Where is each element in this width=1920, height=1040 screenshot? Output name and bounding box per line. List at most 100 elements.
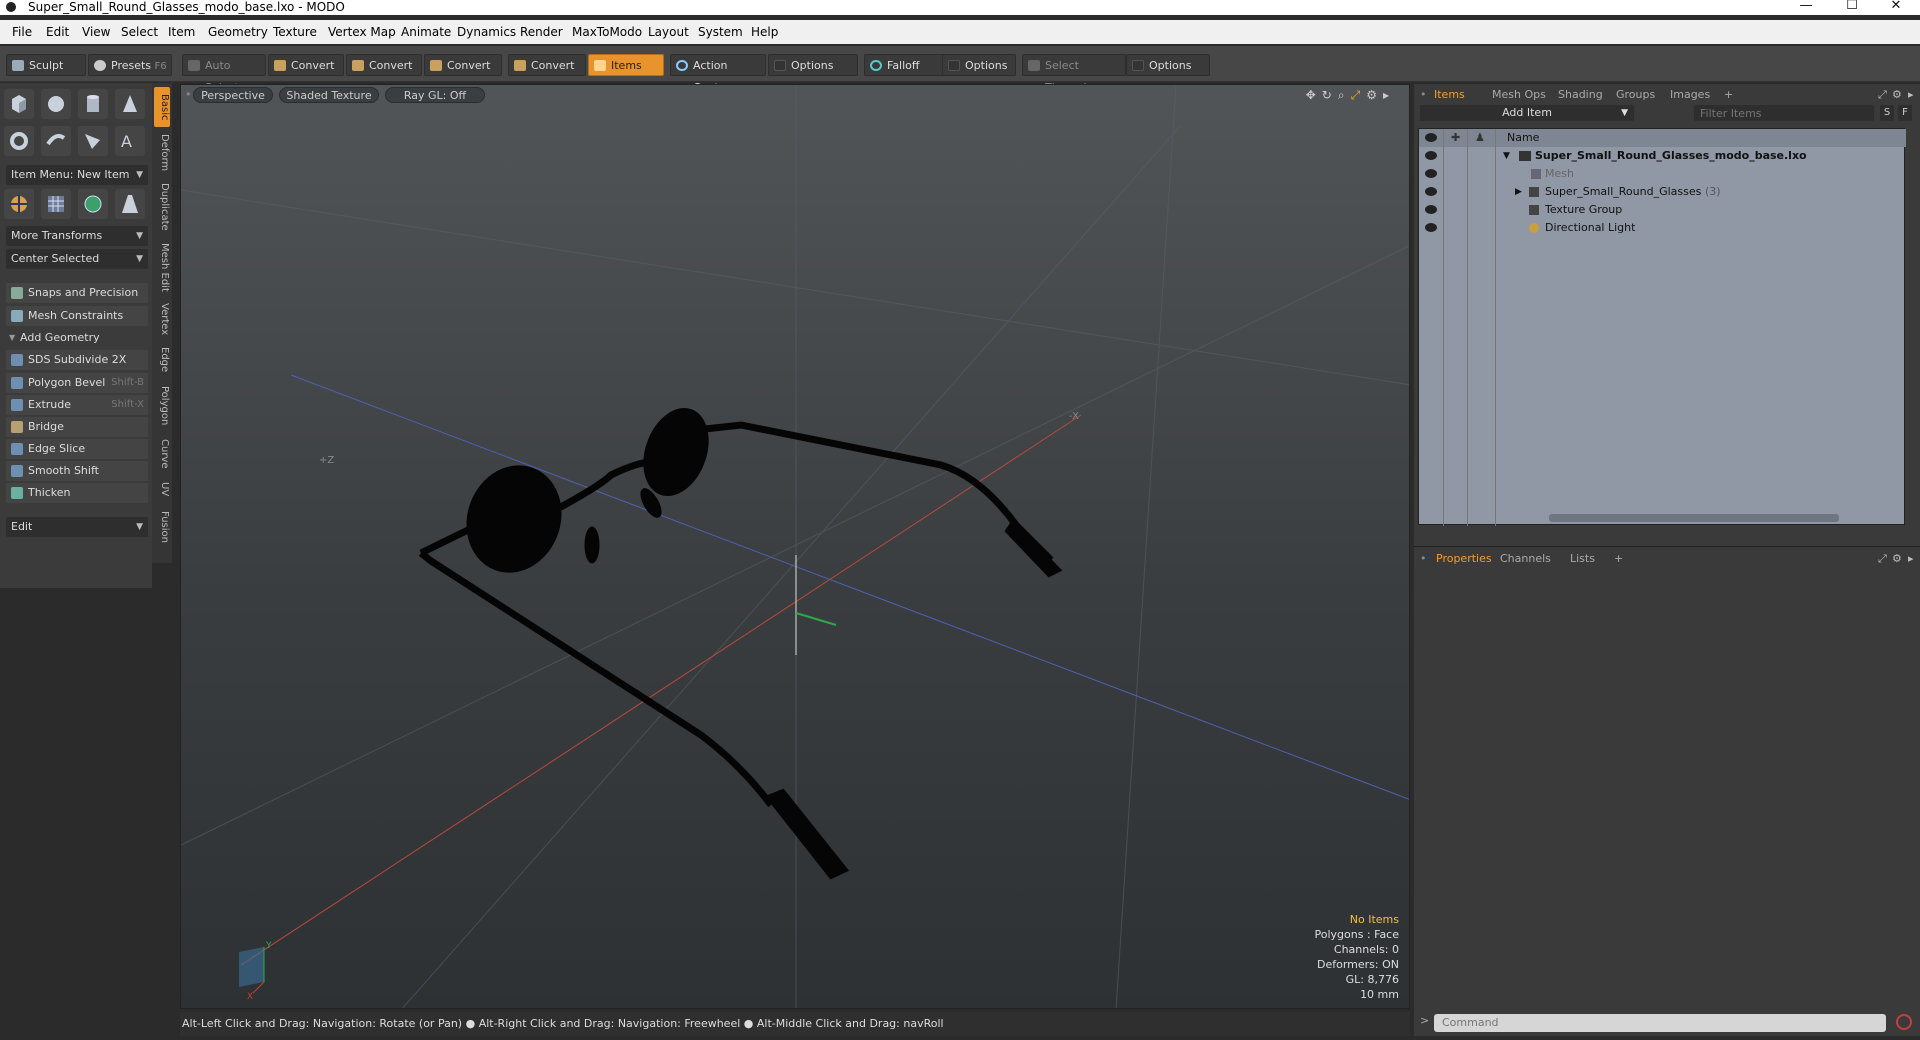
add-tab-button[interactable]: + — [1724, 87, 1733, 103]
zoom-icon[interactable]: ⌕ — [1338, 88, 1351, 102]
menu-vertex-map[interactable]: Vertex Map — [328, 25, 396, 39]
tab-fusion[interactable]: Fusion — [154, 507, 170, 547]
gear-icon[interactable]: ⚙ — [1892, 87, 1902, 103]
tab-polygon[interactable]: Polygon — [154, 381, 170, 431]
center-selected-dropdown[interactable]: Center Selected ▼ — [6, 249, 148, 269]
visibility-eye-icon[interactable] — [1425, 169, 1437, 178]
ground-plane-button[interactable] — [115, 189, 145, 219]
filter-items-input[interactable] — [1694, 105, 1874, 121]
tab-images[interactable]: Images — [1670, 87, 1710, 103]
menu-view[interactable]: View — [82, 25, 110, 39]
tab-edge[interactable]: Edge — [154, 343, 170, 377]
falloff-options-button[interactable]: Options — [942, 54, 1016, 76]
name-column-header[interactable]: Name — [1507, 129, 1539, 147]
smooth-shift-button[interactable]: Smooth Shift — [6, 461, 148, 481]
tab-uv[interactable]: UV — [154, 477, 170, 501]
play-icon[interactable]: ▸ — [1908, 551, 1914, 567]
tab-basic[interactable]: Basic — [154, 87, 170, 127]
presets-button[interactable]: Presets F6 — [88, 54, 172, 76]
panel-menu-dot[interactable]: • — [1420, 87, 1427, 103]
tab-curve[interactable]: Curve — [154, 435, 170, 473]
tree-row-scene[interactable]: ▼ Super_Small_Round_Glasses_modo_base.lx… — [1419, 147, 1906, 165]
globe-button[interactable] — [78, 189, 108, 219]
panel-menu-dot[interactable]: • — [1420, 551, 1427, 567]
add-item-dropdown[interactable]: Add Item ▼ — [1420, 105, 1634, 121]
select-through-button[interactable]: Select Through — [1022, 54, 1126, 94]
fit-icon[interactable]: ⤢ — [1351, 88, 1367, 102]
menu-render[interactable]: Render — [520, 25, 563, 39]
sphere-primitive-button[interactable] — [41, 89, 71, 119]
menu-layout[interactable]: Layout — [648, 25, 689, 39]
capsule-primitive-button[interactable] — [41, 126, 71, 156]
tree-row-mesh[interactable]: Mesh — [1419, 165, 1906, 183]
tab-shading[interactable]: Shading — [1558, 87, 1603, 103]
pan-icon[interactable]: ✥ — [1306, 88, 1322, 102]
items-mode-button[interactable]: Items — [588, 54, 664, 76]
action-center-options-button[interactable]: Options — [768, 54, 858, 76]
tab-vertex[interactable]: Vertex — [154, 299, 170, 339]
convert-materials-button[interactable]: Convert — [508, 54, 586, 76]
filter-f-button[interactable]: F — [1898, 105, 1912, 121]
filter-s-button[interactable]: S — [1880, 105, 1894, 121]
select-options-button[interactable]: Options — [1126, 54, 1210, 76]
horizontal-scrollbar[interactable] — [1549, 514, 1839, 522]
play-icon[interactable]: ▸ — [1908, 87, 1914, 103]
play-icon[interactable]: ▸ — [1383, 88, 1395, 102]
falloff-button[interactable]: Falloff — [864, 54, 946, 76]
add-tab-button[interactable]: + — [1614, 551, 1623, 567]
text-primitive-button[interactable]: A — [115, 126, 145, 156]
perspective-button[interactable]: Perspective — [193, 87, 273, 103]
item-menu-dropdown[interactable]: Item Menu: New Item ▼ — [6, 165, 148, 185]
add-geometry-section[interactable]: ▼ Add Geometry — [6, 329, 148, 347]
raygl-button[interactable]: Ray GL: Off — [385, 87, 485, 103]
tree-row-directional-light[interactable]: Directional Light — [1419, 219, 1906, 237]
visibility-eye-icon[interactable] — [1425, 205, 1437, 214]
visibility-eye-icon[interactable] — [1425, 187, 1437, 196]
backdrop-button[interactable] — [41, 189, 71, 219]
tab-mesh-ops[interactable]: Mesh Ops — [1492, 87, 1546, 103]
pen-primitive-button[interactable] — [78, 126, 108, 156]
expand-icon[interactable]: ⤢ — [1878, 551, 1887, 567]
menu-item[interactable]: Item — [168, 25, 195, 39]
3d-viewport[interactable]: -X +Z Y X • Perspective Shaded Texture R… — [180, 84, 1410, 1009]
menu-file[interactable]: File — [12, 25, 32, 39]
gear-icon[interactable]: ⚙ — [1892, 551, 1902, 567]
edge-slice-button[interactable]: Edge Slice — [6, 439, 148, 459]
cylinder-primitive-button[interactable] — [78, 89, 108, 119]
cube-primitive-button[interactable] — [4, 89, 34, 119]
tab-groups[interactable]: Groups — [1616, 87, 1655, 103]
bridge-button[interactable]: Bridge — [6, 417, 148, 437]
more-transforms-dropdown[interactable]: More Transforms ▼ — [6, 226, 148, 246]
mesh-constraints-button[interactable]: Mesh Constraints — [6, 306, 148, 326]
menu-select[interactable]: Select — [121, 25, 158, 39]
sculpt-button[interactable]: Sculpt — [6, 54, 86, 76]
polygon-bevel-button[interactable]: Polygon Bevel Shift-B — [6, 373, 148, 393]
sds-subdivide-button[interactable]: SDS Subdivide 2X — [6, 350, 148, 370]
tab-mesh-edit[interactable]: Mesh Edit — [154, 239, 170, 295]
action-center-button[interactable]: Action Center — [670, 54, 766, 94]
expand-icon[interactable]: ⤢ — [1878, 87, 1887, 103]
tab-properties[interactable]: Properties — [1436, 551, 1492, 567]
tree-row-texture-group[interactable]: Texture Group — [1419, 201, 1906, 219]
cone-primitive-button[interactable] — [115, 89, 145, 119]
torus-primitive-button[interactable] — [4, 126, 34, 156]
edit-dropdown[interactable]: Edit ▼ — [6, 517, 148, 537]
visibility-eye-icon[interactable] — [1425, 151, 1437, 160]
menu-system[interactable]: System — [698, 25, 743, 39]
viewport-nav-icons[interactable]: ✥↻⌕⤢⚙▸ — [1306, 88, 1395, 103]
maximize-button[interactable]: ☐ — [1832, 0, 1872, 13]
tab-channels[interactable]: Channels — [1500, 551, 1551, 567]
rotate-icon[interactable]: ↻ — [1322, 88, 1338, 102]
snaps-precision-button[interactable]: Snaps and Precision — [6, 283, 148, 303]
gear-icon[interactable]: ⚙ — [1366, 88, 1383, 102]
convert-edges-button[interactable]: Convert — [346, 54, 422, 76]
record-icon[interactable] — [1896, 1014, 1912, 1030]
menu-dynamics[interactable]: Dynamics — [457, 25, 516, 39]
extrude-button[interactable]: Extrude Shift-X — [6, 395, 148, 415]
viewport-menu-dot[interactable]: • — [185, 87, 192, 103]
shading-mode-button[interactable]: Shaded Texture — [279, 87, 379, 103]
thicken-button[interactable]: Thicken — [6, 483, 148, 503]
chevron-right-icon[interactable]: ▶ — [1515, 183, 1522, 201]
menu-geometry[interactable]: Geometry — [208, 25, 268, 39]
tab-items[interactable]: Items — [1434, 87, 1465, 103]
